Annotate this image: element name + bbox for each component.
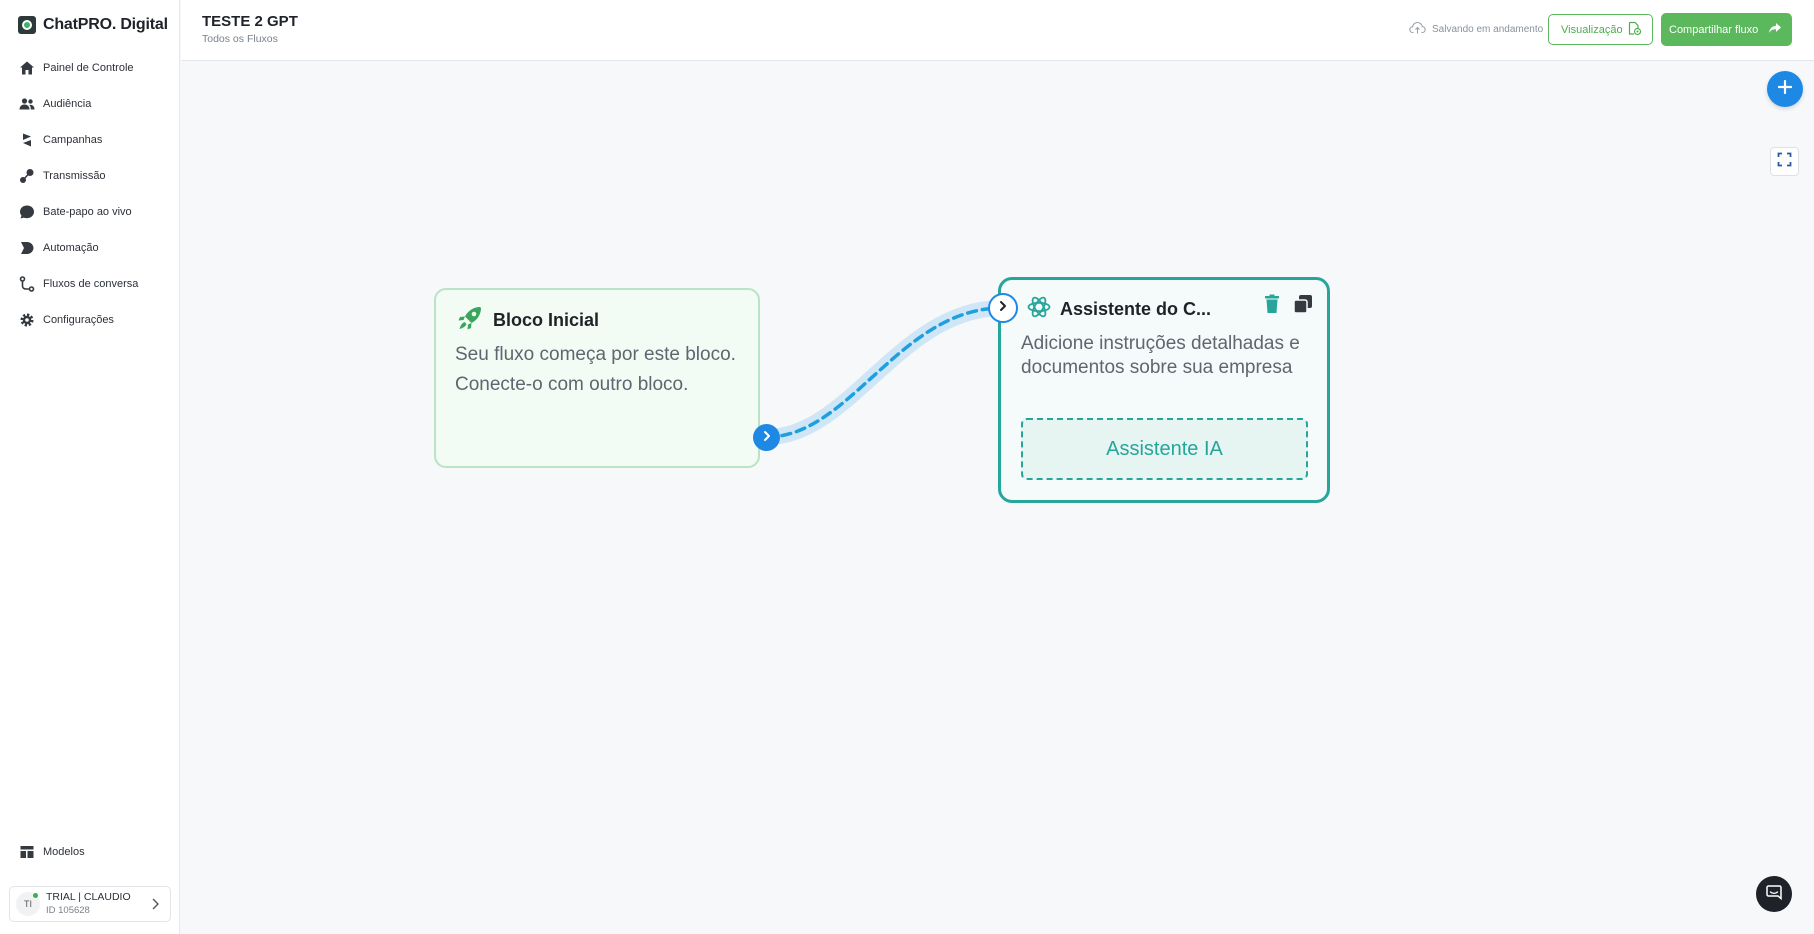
start-block-header: Bloco Inicial	[456, 304, 599, 337]
breadcrumb[interactable]: Todos os Fluxos	[202, 33, 278, 45]
user-account-switcher[interactable]: TI TRIAL | CLAUDIO ID 105628	[9, 886, 171, 922]
sidebar-item-label: Bate-papo ao vivo	[43, 206, 132, 218]
sidebar-item-campaigns[interactable]: Campanhas	[0, 122, 180, 158]
preview-button[interactable]: Visualização	[1548, 14, 1653, 45]
templates-icon	[19, 844, 35, 860]
message-icon	[1766, 884, 1782, 905]
ai-assistant-block[interactable]: Assistente do C... Adicione instruções d…	[998, 277, 1330, 503]
ai-block-title: Assistente do C...	[1060, 299, 1212, 319]
automation-icon	[19, 240, 35, 256]
share-flow-button[interactable]: Compartilhar fluxo	[1661, 13, 1792, 46]
chevron-right-icon	[997, 299, 1009, 317]
user-info: TRIAL | CLAUDIO ID 105628	[46, 891, 131, 917]
start-block-description: Seu fluxo começa por este bloco. Conecte…	[455, 344, 736, 395]
sidebar-item-label: Fluxos de conversa	[43, 278, 139, 290]
users-icon	[19, 96, 35, 112]
rocket-icon	[456, 304, 484, 337]
user-name: TRIAL | CLAUDIO	[46, 891, 131, 903]
flow-canvas[interactable]	[181, 61, 1814, 934]
ai-block-header: Assistente do C...	[1026, 294, 1211, 325]
sidebar-item-live-chat[interactable]: Bate-papo ao vivo	[0, 194, 180, 230]
top-bar: TESTE 2 GPT Todos os Fluxos Salvando em …	[181, 0, 1814, 61]
page-title: TESTE 2 GPT	[202, 13, 298, 30]
openai-logo-icon	[1026, 294, 1052, 325]
sidebar-item-settings[interactable]: Configurações	[0, 302, 180, 338]
support-chat-button[interactable]	[1756, 876, 1792, 912]
delete-block-icon[interactable]	[1263, 294, 1281, 319]
user-id: ID 105628	[46, 905, 90, 916]
ai-block-description: Adicione instruções detalhadas e documen…	[1021, 333, 1300, 378]
brand-logo-icon	[18, 16, 36, 34]
sidebar-item-flows[interactable]: Fluxos de conversa	[0, 266, 180, 302]
start-block-output-handle[interactable]	[753, 424, 780, 451]
preview-button-label: Visualização	[1561, 23, 1623, 36]
gear-icon	[19, 312, 35, 328]
online-status-dot	[33, 893, 38, 898]
sidebar-bottom: Modelos	[0, 834, 180, 870]
sidebar-item-broadcast[interactable]: Transmissão	[0, 158, 180, 194]
flow-icon	[19, 276, 35, 292]
ai-assistant-button[interactable]: Assistente IA	[1021, 418, 1308, 480]
ai-block-input-handle[interactable]	[988, 293, 1018, 323]
avatar-initials: TI	[24, 899, 32, 909]
sidebar-nav: Painel de Controle Audiência Campanhas T…	[0, 50, 180, 338]
chat-icon	[19, 204, 35, 220]
share-button-label: Compartilhar fluxo	[1669, 23, 1759, 36]
sidebar-item-dashboard[interactable]: Painel de Controle	[0, 50, 180, 86]
brand[interactable]: ChatPRO. Digital	[18, 16, 168, 34]
sidebar-item-label: Modelos	[43, 846, 85, 858]
sidebar-item-label: Automação	[43, 242, 99, 254]
sidebar-item-label: Painel de Controle	[43, 62, 134, 74]
chevron-right-icon	[761, 429, 773, 447]
avatar: TI	[16, 892, 40, 916]
ai-block-actions	[1263, 294, 1313, 319]
plus-icon	[1777, 79, 1793, 99]
campaign-icon	[19, 132, 35, 148]
home-icon	[19, 60, 35, 76]
save-status: Salvando em andamento	[1409, 21, 1543, 37]
fit-view-button[interactable]	[1770, 147, 1799, 176]
sidebar: ChatPRO. Digital Painel de Controle Audi…	[0, 0, 180, 934]
sidebar-item-label: Audiência	[43, 98, 92, 110]
sidebar-item-label: Transmissão	[43, 170, 106, 182]
broadcast-icon	[19, 168, 35, 184]
duplicate-block-icon[interactable]	[1293, 294, 1313, 319]
sidebar-item-templates[interactable]: Modelos	[0, 834, 180, 870]
sidebar-item-label: Campanhas	[43, 134, 103, 146]
preview-icon	[1627, 21, 1642, 39]
start-block[interactable]: Bloco Inicial Seu fluxo começa por este …	[434, 288, 760, 468]
brand-name: ChatPRO. Digital	[43, 16, 168, 33]
add-block-button[interactable]	[1767, 71, 1803, 107]
cloud-upload-icon	[1409, 21, 1426, 37]
save-status-text: Salvando em andamento	[1432, 23, 1544, 35]
start-block-title: Bloco Inicial	[493, 310, 600, 330]
share-icon	[1768, 22, 1782, 37]
sidebar-item-audience[interactable]: Audiência	[0, 86, 180, 122]
sidebar-item-automation[interactable]: Automação	[0, 230, 180, 266]
sidebar-item-label: Configurações	[43, 314, 114, 326]
chevron-right-icon	[150, 897, 160, 916]
fullscreen-icon	[1777, 152, 1792, 172]
